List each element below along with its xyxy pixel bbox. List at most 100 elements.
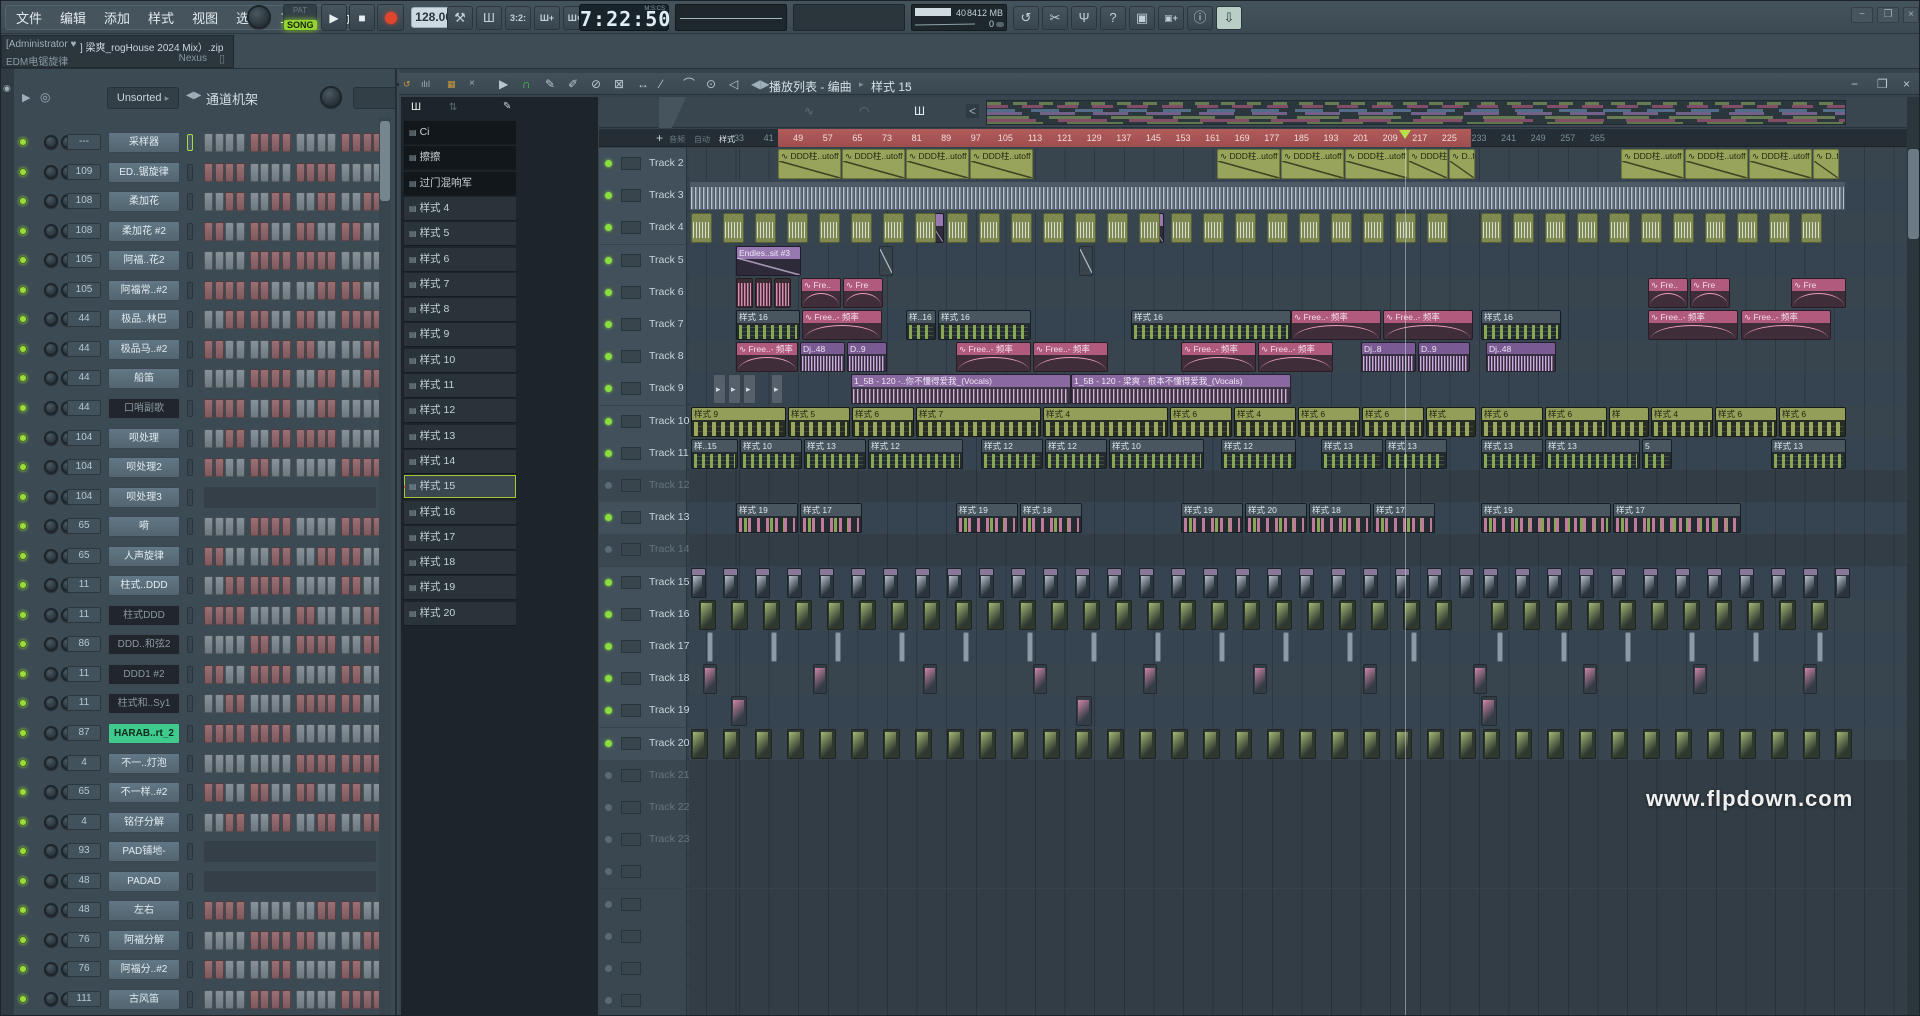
clip-darkpat2[interactable]: 样式 19: [1481, 503, 1611, 533]
clip-vocal2[interactable]: Dj..48: [1486, 342, 1556, 372]
step-cell[interactable]: [260, 222, 269, 241]
clip-perc[interactable]: [691, 568, 706, 598]
track-lane[interactable]: [689, 824, 1906, 856]
channel-led[interactable]: [19, 699, 27, 707]
step-cell[interactable]: [327, 310, 336, 329]
channel-select-pill[interactable]: [187, 814, 193, 831]
clip-darkpat[interactable]: 样式 13: [1385, 439, 1447, 469]
step-cell[interactable]: [236, 458, 245, 477]
track-name[interactable]: Track 18: [649, 672, 689, 684]
channel-pan-knob[interactable]: [44, 726, 58, 740]
clip-perc[interactable]: [1107, 568, 1122, 598]
step-cell[interactable]: [236, 901, 245, 920]
step-cell[interactable]: [317, 517, 326, 536]
clip-pink[interactable]: ∿ Free..- 频率: [1291, 310, 1381, 340]
clip-darkpat[interactable]: 样式 12: [868, 439, 963, 469]
clip-tick[interactable]: [1347, 632, 1353, 662]
clip-darkpat[interactable]: 样式 10: [740, 439, 802, 469]
channel-select-pill[interactable]: [187, 518, 193, 535]
step-cell[interactable]: [341, 724, 350, 743]
track-header[interactable]: [599, 985, 687, 1016]
channel-button[interactable]: 阿福分..#2: [108, 959, 180, 980]
channel-pan-knob[interactable]: [44, 519, 58, 533]
clip-tickp[interactable]: [743, 374, 756, 404]
track-control-box[interactable]: [621, 930, 641, 943]
step-cell[interactable]: [352, 635, 361, 654]
clip-darkpat2[interactable]: 样式 18: [1309, 503, 1371, 533]
step-cell[interactable]: [236, 754, 245, 773]
clip-hit[interactable]: [813, 664, 827, 694]
step-cell[interactable]: [215, 606, 224, 625]
track-header[interactable]: Track 22: [599, 792, 687, 824]
clip-fade[interactable]: [819, 729, 836, 759]
channel-button[interactable]: 柱式和..Sy1: [108, 693, 180, 714]
clip-perc[interactable]: [1427, 568, 1442, 598]
clip-darkpat2[interactable]: 样式 19: [736, 503, 798, 533]
clip-fade[interactable]: [1011, 729, 1028, 759]
clip-purpleA[interactable]: Endles..sit #3: [736, 246, 801, 276]
channel-led[interactable]: [19, 256, 27, 264]
clip-fade[interactable]: [731, 600, 748, 630]
channel-pan-knob[interactable]: [44, 312, 58, 326]
playlist-close-icon[interactable]: ×: [1903, 76, 1910, 92]
step-cell[interactable]: [225, 783, 234, 802]
record-button[interactable]: [377, 4, 404, 31]
menu-文件[interactable]: 文件: [16, 8, 42, 27]
step-cell[interactable]: [341, 635, 350, 654]
clip-tick[interactable]: [707, 632, 713, 662]
step-cell[interactable]: [317, 222, 326, 241]
step-cell[interactable]: [317, 754, 326, 773]
step-cell[interactable]: [341, 222, 350, 241]
channel-button[interactable]: 船笛: [108, 368, 180, 389]
track-name[interactable]: Track 10: [649, 415, 689, 427]
step-cell[interactable]: [250, 133, 259, 152]
step-cell[interactable]: [204, 724, 213, 743]
clip-vocal2[interactable]: D..9: [847, 342, 887, 372]
channel-pan-knob[interactable]: [44, 844, 58, 858]
track-lane[interactable]: 样..15样式 10样式 13样式 12样式 12样式 12样式 10样式 12…: [689, 438, 1906, 470]
menu-视图[interactable]: 视图: [192, 8, 218, 27]
step-cell[interactable]: [352, 901, 361, 920]
step-cell[interactable]: [225, 990, 234, 1009]
channel-number[interactable]: 11: [67, 577, 101, 593]
pattern-item[interactable]: ▤样式 10: [404, 349, 516, 373]
channel-number[interactable]: 87: [67, 725, 101, 741]
clip-darkpat[interactable]: 样式 13: [1545, 439, 1640, 469]
step-cell[interactable]: [236, 547, 245, 566]
clip-fade[interactable]: [1211, 600, 1228, 630]
track-led[interactable]: [605, 192, 612, 199]
clip-mini[interactable]: [1331, 213, 1352, 243]
track-control-box[interactable]: [621, 672, 641, 685]
step-cell[interactable]: [352, 783, 361, 802]
clip-fade[interactable]: [891, 600, 908, 630]
channel-select-pill[interactable]: [187, 311, 193, 328]
clip-tick[interactable]: [1219, 632, 1225, 662]
clip-darkpat[interactable]: 样式 16: [1481, 310, 1561, 340]
step-cell[interactable]: [341, 192, 350, 211]
step-cell[interactable]: [204, 931, 213, 950]
step-cell[interactable]: [306, 960, 315, 979]
clip-mini[interactable]: [723, 213, 744, 243]
clip-perc[interactable]: [1011, 568, 1026, 598]
clip-darkpat[interactable]: 样式 12: [981, 439, 1043, 469]
step-cell[interactable]: [225, 251, 234, 270]
step-cell[interactable]: [236, 931, 245, 950]
clip-fade[interactable]: [1747, 600, 1764, 630]
step-cell[interactable]: [306, 724, 315, 743]
track-header[interactable]: Track 8: [599, 341, 687, 373]
channel-button[interactable]: 柱式DDD: [108, 605, 180, 626]
clip-perc[interactable]: [1203, 568, 1218, 598]
track-control-box[interactable]: [621, 286, 641, 299]
step-cell[interactable]: [352, 340, 361, 359]
channel-button[interactable]: 人声旋律: [108, 546, 180, 567]
step-cell[interactable]: [250, 694, 259, 713]
track-control-box[interactable]: [621, 157, 641, 170]
step-cell[interactable]: [327, 133, 336, 152]
step-cell[interactable]: [215, 310, 224, 329]
clip-fade[interactable]: [1267, 729, 1284, 759]
step-cell[interactable]: [260, 754, 269, 773]
clip-mini[interactable]: [1075, 213, 1096, 243]
step-cell[interactable]: [204, 369, 213, 388]
step-cell[interactable]: [260, 133, 269, 152]
draw-tool-icon[interactable]: ✎: [545, 76, 555, 92]
